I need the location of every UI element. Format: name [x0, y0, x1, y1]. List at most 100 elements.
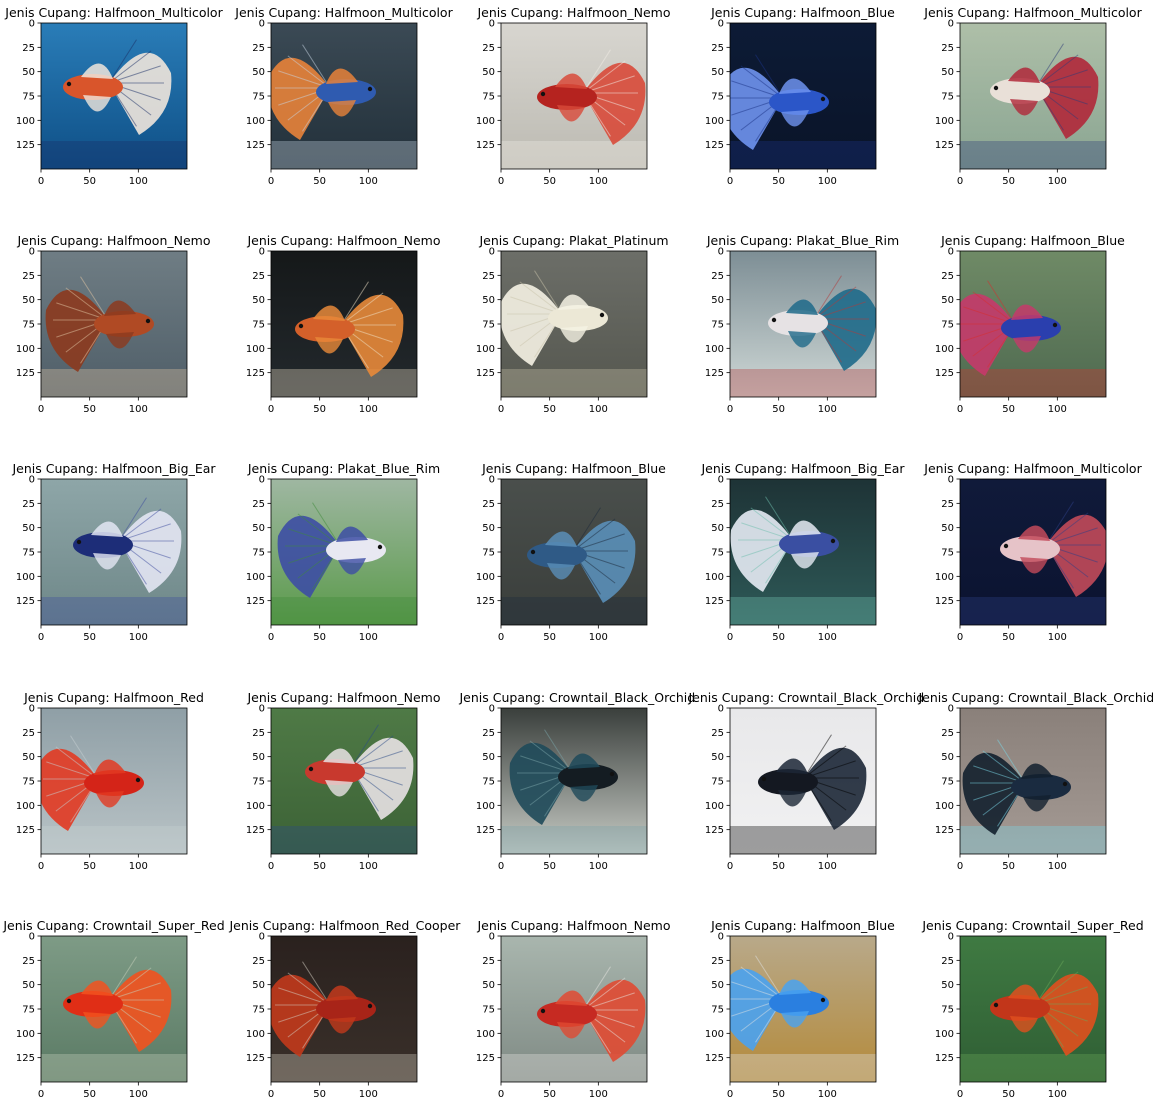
y-tick-label: 125 — [246, 140, 265, 151]
x-tick-label: 0 — [38, 632, 44, 643]
y-tick-label: 125 — [16, 825, 35, 836]
x-tick-label: 50 — [1002, 1089, 1015, 1100]
x-tick-label: 100 — [1048, 404, 1067, 415]
y-tick-label: 25 — [252, 271, 265, 282]
y-tick-label: 75 — [941, 320, 954, 331]
fish-photo — [501, 23, 647, 169]
y-tick-label: 50 — [22, 523, 35, 534]
x-tick-label: 0 — [268, 1089, 274, 1100]
y-tick-label: 50 — [252, 295, 265, 306]
y-tick-label: 100 — [246, 116, 265, 127]
y-tick-label: 100 — [476, 1029, 495, 1040]
x-tick-label: 100 — [1048, 1089, 1067, 1100]
y-tick-label: 25 — [22, 956, 35, 967]
y-tick-label: 25 — [711, 43, 724, 54]
x-tick-label: 50 — [543, 404, 556, 415]
subplot-axes: 0 25 50 75 100 125 0 50 100 — [476, 475, 648, 643]
y-tick-label: 25 — [941, 499, 954, 510]
x-tick-label: 100 — [129, 176, 148, 187]
y-tick-label: 25 — [941, 728, 954, 739]
y-tick-label: 50 — [482, 67, 495, 78]
x-tick-label: 0 — [727, 1089, 733, 1100]
y-tick-label: 25 — [22, 499, 35, 510]
y-tick-label: 25 — [711, 499, 724, 510]
x-tick-label: 50 — [772, 176, 785, 187]
y-tick-label: 0 — [29, 475, 35, 486]
y-tick-label: 50 — [711, 523, 724, 534]
subplot-axes: 0 25 50 75 100 125 0 50 100 — [705, 19, 877, 187]
y-tick-label: 125 — [246, 825, 265, 836]
y-tick-label: 0 — [718, 704, 724, 715]
fish-photo — [501, 251, 647, 397]
y-tick-label: 25 — [941, 271, 954, 282]
y-tick-label: 25 — [22, 43, 35, 54]
fish-photo — [41, 251, 187, 397]
y-tick-label: 100 — [476, 344, 495, 355]
y-tick-label: 25 — [482, 728, 495, 739]
y-tick-label: 25 — [482, 43, 495, 54]
y-tick-label: 25 — [711, 728, 724, 739]
y-tick-label: 0 — [259, 475, 265, 486]
x-tick-label: 0 — [268, 404, 274, 415]
x-tick-label: 0 — [498, 632, 504, 643]
x-tick-label: 100 — [359, 176, 378, 187]
subplot-axes: 0 25 50 75 100 125 0 50 100 — [246, 475, 418, 643]
y-tick-label: 75 — [711, 320, 724, 331]
y-tick-label: 125 — [246, 368, 265, 379]
x-tick-label: 100 — [818, 404, 837, 415]
y-tick-label: 75 — [711, 777, 724, 788]
y-tick-label: 50 — [711, 980, 724, 991]
y-tick-label: 25 — [482, 956, 495, 967]
y-tick-label: 0 — [718, 19, 724, 30]
y-tick-label: 25 — [941, 956, 954, 967]
x-tick-label: 100 — [589, 861, 608, 872]
x-tick-label: 100 — [359, 404, 378, 415]
y-tick-label: 25 — [482, 271, 495, 282]
y-tick-label: 100 — [705, 344, 724, 355]
y-tick-label: 75 — [22, 92, 35, 103]
y-tick-label: 0 — [489, 247, 495, 258]
y-tick-label: 25 — [482, 499, 495, 510]
y-tick-label: 0 — [29, 932, 35, 943]
x-tick-label: 100 — [129, 404, 148, 415]
y-tick-label: 75 — [482, 320, 495, 331]
y-tick-label: 125 — [16, 368, 35, 379]
y-tick-label: 100 — [476, 572, 495, 583]
y-tick-label: 75 — [711, 92, 724, 103]
subplot-axes: 0 25 50 75 100 125 0 50 100 — [476, 704, 648, 872]
y-tick-label: 100 — [246, 572, 265, 583]
y-tick-label: 100 — [705, 801, 724, 812]
fish-photo — [501, 479, 647, 625]
y-tick-label: 50 — [482, 980, 495, 991]
y-tick-label: 50 — [252, 752, 265, 763]
y-tick-label: 50 — [482, 295, 495, 306]
y-tick-label: 50 — [711, 67, 724, 78]
x-tick-label: 0 — [727, 861, 733, 872]
subplot-axes: 0 25 50 75 100 125 0 50 100 — [935, 932, 1107, 1100]
x-tick-label: 50 — [1002, 632, 1015, 643]
y-tick-label: 125 — [935, 368, 954, 379]
y-tick-label: 125 — [935, 1053, 954, 1064]
subplot-axes: 0 25 50 75 100 125 0 50 100 — [476, 932, 648, 1100]
x-tick-label: 100 — [359, 1089, 378, 1100]
x-tick-label: 50 — [83, 861, 96, 872]
y-tick-label: 0 — [259, 247, 265, 258]
x-tick-label: 50 — [1002, 861, 1015, 872]
subplot-axes: 0 25 50 75 100 125 0 50 100 — [705, 475, 877, 643]
subplot-axes: 0 25 50 75 100 125 0 50 100 — [476, 19, 648, 187]
y-tick-label: 125 — [705, 140, 724, 151]
x-tick-label: 50 — [772, 1089, 785, 1100]
y-tick-label: 100 — [705, 1029, 724, 1040]
y-tick-label: 100 — [16, 801, 35, 812]
subplot-axes: 0 25 50 75 100 125 0 50 100 — [705, 247, 877, 415]
y-tick-label: 125 — [935, 596, 954, 607]
y-tick-label: 100 — [16, 1029, 35, 1040]
x-tick-label: 50 — [543, 176, 556, 187]
figure-grid: Jenis Cupang: Halfmoon_Multicolor 0 25 50 75… — [0, 0, 1153, 1105]
fish-photo — [271, 708, 417, 854]
x-tick-label: 0 — [957, 632, 963, 643]
x-tick-label: 100 — [818, 861, 837, 872]
x-tick-label: 50 — [1002, 176, 1015, 187]
fish-photo — [960, 479, 1106, 625]
fish-photo — [41, 23, 187, 169]
